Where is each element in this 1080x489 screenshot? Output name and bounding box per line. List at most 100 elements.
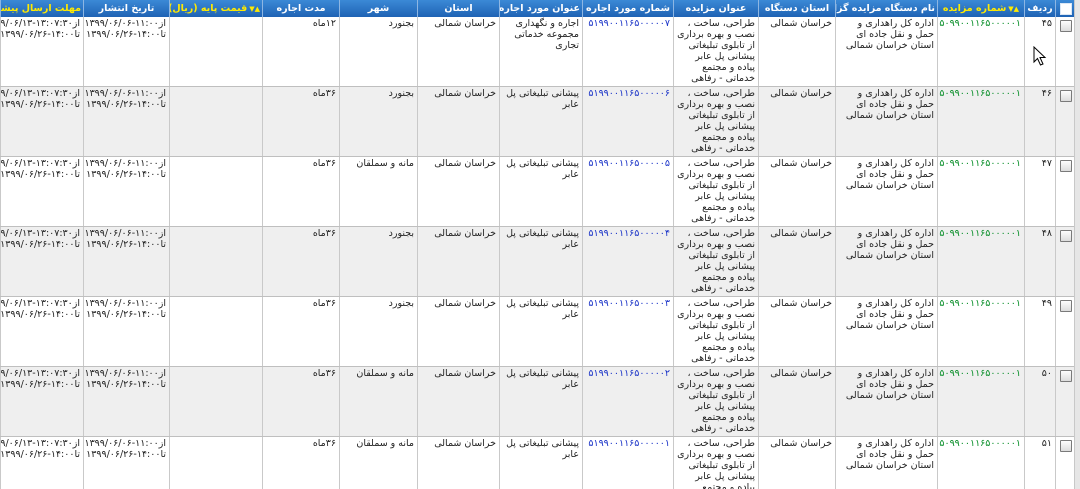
base-price bbox=[169, 366, 263, 437]
publish-date-from: از۱۱:۰۰-۱۳۹۹/۰۶/۰۶ bbox=[84, 18, 167, 29]
lease-duration: ۳۶ماه bbox=[262, 226, 340, 297]
row-number: ۴۶ bbox=[1024, 86, 1056, 157]
publish-date-from: از۱۱:۰۰-۱۳۹۹/۰۶/۰۶ bbox=[84, 228, 167, 239]
row-select-cell[interactable] bbox=[1055, 86, 1075, 157]
city: بجنورد bbox=[339, 296, 418, 367]
row-checkbox[interactable] bbox=[1059, 300, 1072, 312]
auction-number-link[interactable]: ۵۰۹۹۰۰۱۱۶۵۰۰۰۰۰۱ bbox=[937, 226, 1025, 297]
deadline-to: تا۱۴:۰۰-۱۳۹۹/۰۶/۲۶ bbox=[0, 239, 81, 250]
header-auction-title[interactable]: عنوان مزایده bbox=[673, 0, 759, 17]
province: خراسان شمالی bbox=[417, 296, 500, 367]
auction-number-link[interactable]: ۵۰۹۹۰۰۱۱۶۵۰۰۰۰۰۱ bbox=[937, 17, 1025, 87]
lease-duration: ۳۶ماه bbox=[262, 296, 340, 367]
table-row[interactable]: ۴۵ ۵۰۹۹۰۰۱۱۶۵۰۰۰۰۰۱ اداره کل راهداری و ح… bbox=[0, 17, 1075, 87]
deadline: از۱۳:۰۷:۳۰-۱۳۹۹/۰۶/۱۳ تا۱۴:۰۰-۱۳۹۹/۰۶/۲۶ bbox=[0, 226, 84, 297]
row-select-cell[interactable] bbox=[1055, 366, 1075, 437]
lease-title: اجاره و نگهداری مجموعه خدماتی تجاری bbox=[499, 17, 583, 87]
province: خراسان شمالی bbox=[417, 86, 500, 157]
province: خراسان شمالی bbox=[417, 17, 500, 87]
lease-duration: ۳۶ماه bbox=[262, 436, 340, 489]
auction-number-link[interactable]: ۵۰۹۹۰۰۱۱۶۵۰۰۰۰۰۱ bbox=[937, 86, 1025, 157]
city: مانه و سملقان bbox=[339, 366, 418, 437]
deadline-from: از۱۳:۰۷:۳۰-۱۳۹۹/۰۶/۱۳ bbox=[0, 88, 81, 99]
row-number: ۵۱ bbox=[1024, 436, 1056, 489]
select-all-checkbox[interactable] bbox=[1059, 2, 1072, 15]
organization-province: خراسان شمالی bbox=[758, 436, 836, 489]
table-header-row: ردیف ▲▼شماره مزایده نام دستگاه مزایده گز… bbox=[0, 0, 1075, 17]
auction-number-link[interactable]: ۵۰۹۹۰۰۱۱۶۵۰۰۰۰۰۱ bbox=[937, 366, 1025, 437]
header-auction-org[interactable]: نام دستگاه مزایده گزار bbox=[835, 0, 938, 17]
sort-arrows-icon[interactable]: ▲▼ bbox=[249, 5, 260, 13]
row-checkbox[interactable] bbox=[1059, 90, 1072, 102]
header-lease-title[interactable]: عنوان مورد اجاره bbox=[499, 0, 583, 17]
lease-title: پیشانی تبلیغاتی پل عابر bbox=[499, 296, 583, 367]
row-checkbox[interactable] bbox=[1059, 20, 1072, 32]
auction-title: طراحی، ساخت ، نصب و بهره برداری از تابلو… bbox=[673, 226, 759, 297]
header-deadline[interactable]: مهلت ارسال پیشنهاد bbox=[0, 0, 84, 17]
header-province-org[interactable]: استان دستگاه bbox=[758, 0, 836, 17]
publish-date: از۱۱:۰۰-۱۳۹۹/۰۶/۰۶ تا۱۴:۰۰-۱۳۹۹/۰۶/۲۶ bbox=[83, 366, 170, 437]
lease-number-link[interactable]: ۵۱۹۹۰۰۱۱۶۵۰۰۰۰۰۳ bbox=[582, 296, 674, 367]
table-row[interactable]: ۴۶ ۵۰۹۹۰۰۱۱۶۵۰۰۰۰۰۱ اداره کل راهداری و ح… bbox=[0, 86, 1075, 157]
deadline: از۱۳:۰۷:۳۰-۱۳۹۹/۰۶/۱۳ تا۱۴:۰۰-۱۳۹۹/۰۶/۲۶ bbox=[0, 296, 84, 367]
publish-date: از۱۱:۰۰-۱۳۹۹/۰۶/۰۶ تا۱۴:۰۰-۱۳۹۹/۰۶/۲۶ bbox=[83, 226, 170, 297]
auction-number-link[interactable]: ۵۰۹۹۰۰۱۱۶۵۰۰۰۰۰۱ bbox=[937, 296, 1025, 367]
table-row[interactable]: ۵۱ ۵۰۹۹۰۰۱۱۶۵۰۰۰۰۰۱ اداره کل راهداری و ح… bbox=[0, 436, 1075, 489]
row-select-cell[interactable] bbox=[1055, 436, 1075, 489]
city: مانه و سملقان bbox=[339, 156, 418, 227]
table-row[interactable]: ۴۸ ۵۰۹۹۰۰۱۱۶۵۰۰۰۰۰۱ اداره کل راهداری و ح… bbox=[0, 226, 1075, 297]
vertical-scrollbar[interactable] bbox=[1074, 0, 1080, 489]
publish-date-to: تا۱۴:۰۰-۱۳۹۹/۰۶/۲۶ bbox=[86, 239, 166, 250]
header-row-no[interactable]: ردیف bbox=[1024, 0, 1056, 17]
header-publish-date[interactable]: تاریخ انتشار bbox=[83, 0, 170, 17]
lease-number-link[interactable]: ۵۱۹۹۰۰۱۱۶۵۰۰۰۰۰۴ bbox=[582, 226, 674, 297]
auction-number-link[interactable]: ۵۰۹۹۰۰۱۱۶۵۰۰۰۰۰۱ bbox=[937, 436, 1025, 489]
header-select-all[interactable] bbox=[1055, 0, 1075, 17]
row-select-cell[interactable] bbox=[1055, 156, 1075, 227]
base-price bbox=[169, 86, 263, 157]
row-checkbox[interactable] bbox=[1059, 370, 1072, 382]
row-select-cell[interactable] bbox=[1055, 296, 1075, 367]
publish-date-to: تا۱۴:۰۰-۱۳۹۹/۰۶/۲۶ bbox=[86, 309, 166, 320]
lease-number-link[interactable]: ۵۱۹۹۰۰۱۱۶۵۰۰۰۰۰۲ bbox=[582, 366, 674, 437]
lease-number-link[interactable]: ۵۱۹۹۰۰۱۱۶۵۰۰۰۰۰۷ bbox=[582, 17, 674, 87]
header-duration[interactable]: مدت اجاره bbox=[262, 0, 340, 17]
header-province[interactable]: استان bbox=[417, 0, 500, 17]
auction-table: ردیف ▲▼شماره مزایده نام دستگاه مزایده گز… bbox=[0, 0, 1075, 489]
lease-number-link[interactable]: ۵۱۹۹۰۰۱۱۶۵۰۰۰۰۰۱ bbox=[582, 436, 674, 489]
header-lease-no[interactable]: شماره مورد اجاره bbox=[582, 0, 674, 17]
row-select-cell[interactable] bbox=[1055, 226, 1075, 297]
deadline-from: از۱۳:۰۷:۳۰-۱۳۹۹/۰۶/۱۳ bbox=[0, 18, 81, 29]
row-number: ۴۷ bbox=[1024, 156, 1056, 227]
publish-date-from: از۱۱:۰۰-۱۳۹۹/۰۶/۰۶ bbox=[84, 368, 167, 379]
publish-date: از۱۱:۰۰-۱۳۹۹/۰۶/۰۶ تا۱۴:۰۰-۱۳۹۹/۰۶/۲۶ bbox=[83, 296, 170, 367]
auction-title: طراحی، ساخت ، نصب و بهره برداری از تابلو… bbox=[673, 296, 759, 367]
row-checkbox[interactable] bbox=[1059, 160, 1072, 172]
lease-number-link[interactable]: ۵۱۹۹۰۰۱۱۶۵۰۰۰۰۰۵ bbox=[582, 156, 674, 227]
table-body: ۴۵ ۵۰۹۹۰۰۱۱۶۵۰۰۰۰۰۱ اداره کل راهداری و ح… bbox=[0, 17, 1075, 489]
lease-number-link[interactable]: ۵۱۹۹۰۰۱۱۶۵۰۰۰۰۰۶ bbox=[582, 86, 674, 157]
table-row[interactable]: ۵۰ ۵۰۹۹۰۰۱۱۶۵۰۰۰۰۰۱ اداره کل راهداری و ح… bbox=[0, 366, 1075, 437]
province: خراسان شمالی bbox=[417, 226, 500, 297]
deadline: از۱۳:۰۷:۳۰-۱۳۹۹/۰۶/۱۳ تا۱۴:۰۰-۱۳۹۹/۰۶/۲۶ bbox=[0, 17, 84, 87]
lease-title: پیشانی تبلیغاتی پل عابر bbox=[499, 226, 583, 297]
auction-organization: اداره کل راهداری و حمل و نقل جاده ای است… bbox=[835, 156, 938, 227]
sort-arrows-icon[interactable]: ▲▼ bbox=[1008, 5, 1019, 13]
row-checkbox[interactable] bbox=[1059, 440, 1072, 452]
header-city[interactable]: شهر bbox=[339, 0, 418, 17]
city: بجنورد bbox=[339, 17, 418, 87]
organization-province: خراسان شمالی bbox=[758, 156, 836, 227]
publish-date: از۱۱:۰۰-۱۳۹۹/۰۶/۰۶ تا۱۴:۰۰-۱۳۹۹/۰۶/۲۶ bbox=[83, 17, 170, 87]
header-auction-no[interactable]: ▲▼شماره مزایده bbox=[937, 0, 1025, 17]
table-row[interactable]: ۴۷ ۵۰۹۹۰۰۱۱۶۵۰۰۰۰۰۱ اداره کل راهداری و ح… bbox=[0, 156, 1075, 227]
row-number: ۵۰ bbox=[1024, 366, 1056, 437]
auction-number-link[interactable]: ۵۰۹۹۰۰۱۱۶۵۰۰۰۰۰۱ bbox=[937, 156, 1025, 227]
row-select-cell[interactable] bbox=[1055, 17, 1075, 87]
table-row[interactable]: ۴۹ ۵۰۹۹۰۰۱۱۶۵۰۰۰۰۰۱ اداره کل راهداری و ح… bbox=[0, 296, 1075, 367]
lease-duration: ۳۶ماه bbox=[262, 156, 340, 227]
auction-organization: اداره کل راهداری و حمل و نقل جاده ای است… bbox=[835, 436, 938, 489]
deadline: از۱۳:۰۷:۳۰-۱۳۹۹/۰۶/۱۳ تا۱۴:۰۰-۱۳۹۹/۰۶/۲۶ bbox=[0, 436, 84, 489]
header-base-price[interactable]: ▲▼قیمت پایه (ریال) bbox=[169, 0, 263, 17]
row-checkbox[interactable] bbox=[1059, 230, 1072, 242]
publish-date: از۱۱:۰۰-۱۳۹۹/۰۶/۰۶ تا۱۴:۰۰-۱۳۹۹/۰۶/۲۶ bbox=[83, 86, 170, 157]
